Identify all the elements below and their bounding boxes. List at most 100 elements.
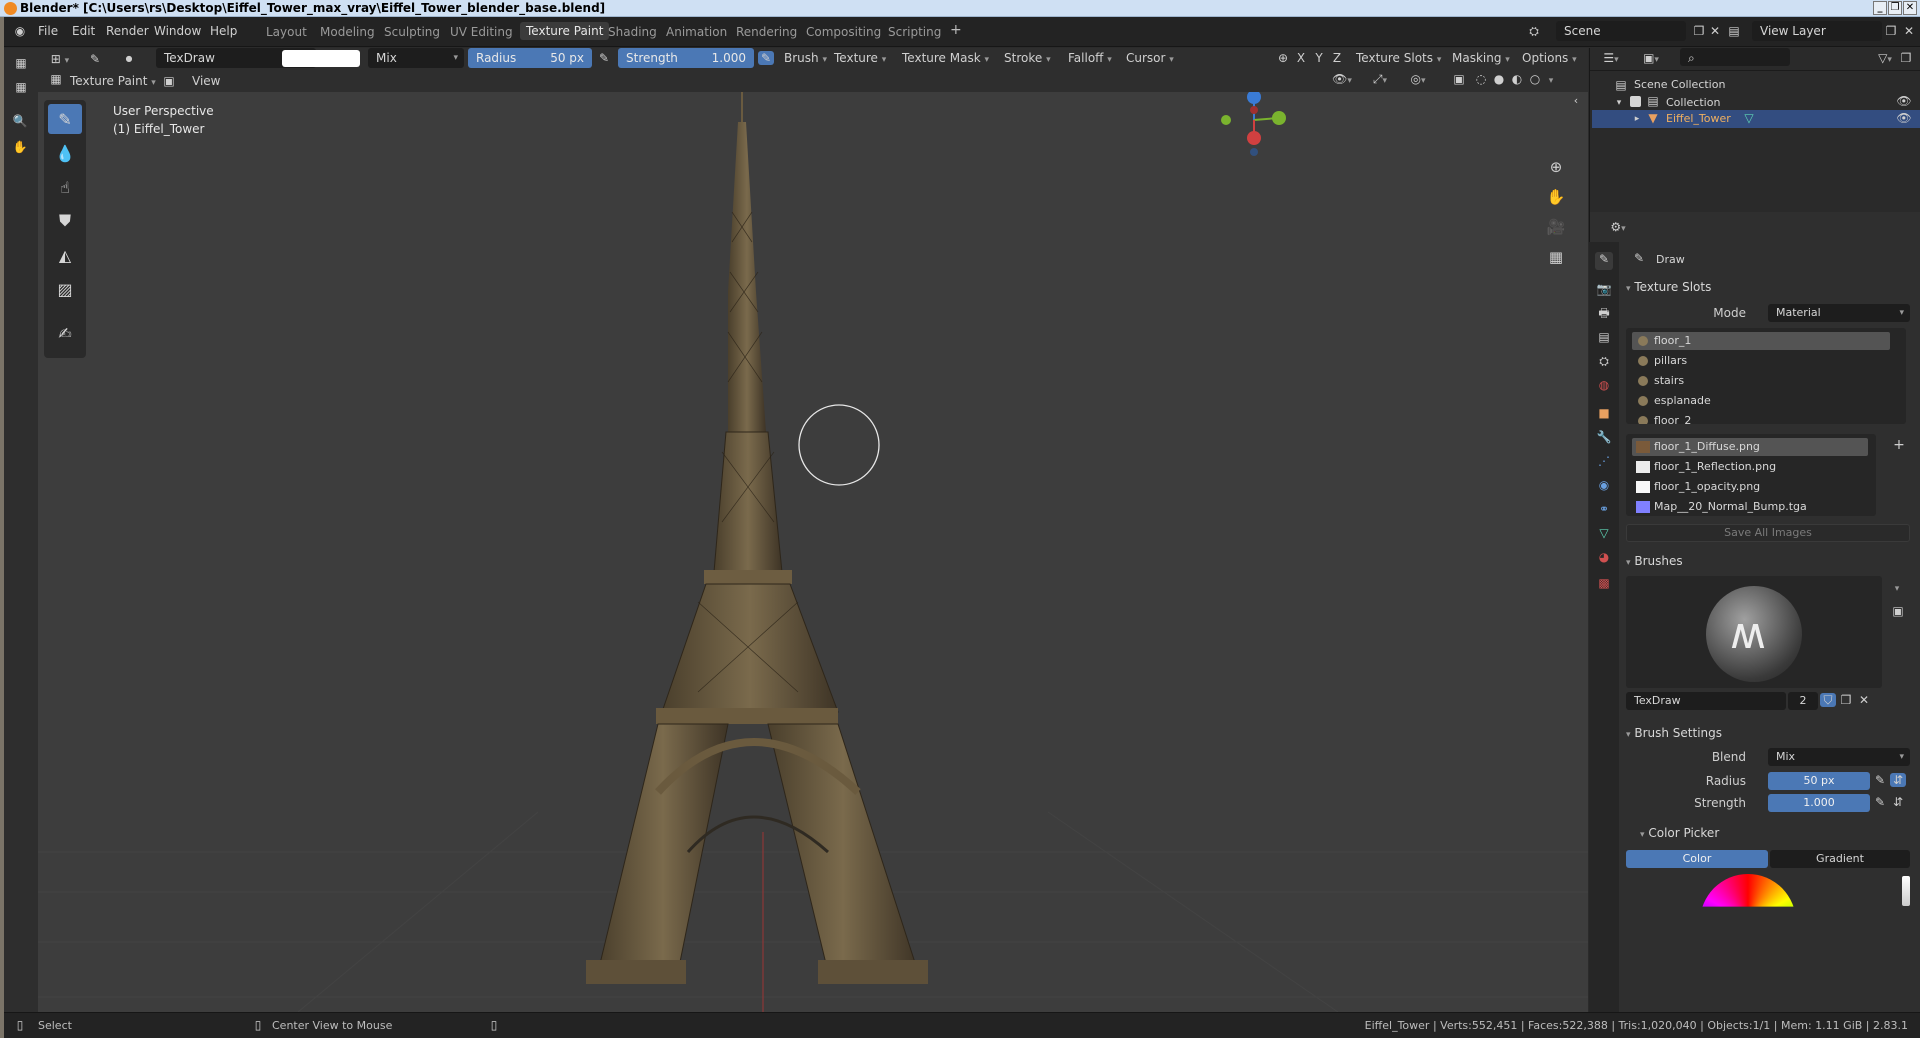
wireframe-shading-icon[interactable]: ◌ [1474,72,1488,86]
tab-layout[interactable]: Layout [266,25,307,39]
radius-slider[interactable]: 50 px [1768,772,1870,790]
navigation-gizmo[interactable] [1221,92,1286,156]
texture-slots-dropdown[interactable]: Texture Slots ▾ [1356,51,1441,65]
list-item[interactable]: floor_1_Reflection.png [1632,458,1868,476]
physics-tab-icon[interactable]: ◉ [1595,478,1613,496]
radius-pressure-icon[interactable]: ✎ [1872,773,1888,787]
texture-slots-panel-header[interactable]: ▾ Texture Slots [1626,276,1916,298]
collection-expand-icon[interactable]: ▾ [1614,96,1624,110]
radius-pressure-icon[interactable]: ✎ [596,51,612,65]
brush-image-icon[interactable]: ▣ [1890,604,1906,618]
blend-dropdown[interactable]: Mix ▾ [1768,748,1910,766]
material-shading-icon[interactable]: ◐ [1510,72,1524,86]
shading-options-icon[interactable]: ▾ [1546,72,1556,88]
object-expand-icon[interactable]: ▸ [1632,112,1642,126]
restore-icon[interactable]: ❐ [1888,1,1902,15]
new-collection-icon[interactable]: ❐ [1898,51,1914,65]
view-menu[interactable]: View [192,74,220,88]
tab-texture-paint[interactable]: Texture Paint [520,22,610,40]
filter-icon[interactable]: ▽▾ [1874,51,1896,67]
collection-visibility-icon[interactable]: 👁 [1896,94,1912,108]
list-item[interactable]: stairs [1632,372,1890,390]
scene-tab-icon[interactable]: ⛭ [1595,354,1613,372]
constraints-tab-icon[interactable]: ⚭ [1595,502,1613,520]
stroke-dropdown[interactable]: Stroke ▾ [1004,51,1051,65]
cursor-dropdown[interactable]: Cursor ▾ [1126,51,1174,65]
brush-icon[interactable]: ✎ [86,52,104,66]
scene-collection-label[interactable]: Scene Collection [1634,78,1725,91]
gizmo-icon[interactable]: ⤢▾ [1368,72,1392,88]
tab-scripting[interactable]: Scripting [888,25,941,39]
overlays-icon[interactable]: ◎▾ [1406,72,1430,88]
tab-rendering[interactable]: Rendering [736,25,797,39]
tab-modeling[interactable]: Modeling [320,25,375,39]
outliner-row-eiffel-tower[interactable]: ▸ ▼ Eiffel_Tower ▽ 👁 [1592,110,1920,128]
list-item[interactable]: pillars [1632,352,1890,370]
mode-dropdown[interactable]: Texture Paint ▾ [70,74,156,88]
delete-view-layer-icon[interactable]: ✕ [1902,24,1916,38]
scene-icon[interactable]: ⛭ [1526,24,1542,38]
mask-tool[interactable]: ▨ [48,274,82,304]
view-layer-field[interactable]: View Layer [1752,21,1882,41]
zoom-icon[interactable]: 🔍 [10,114,30,128]
visibility-icon[interactable]: 👁▾ [1330,72,1354,88]
view-layer-tab-icon[interactable]: ▤ [1595,330,1613,348]
menu-edit[interactable]: Edit [72,24,95,38]
strength-pressure-icon[interactable]: ✎ [1872,795,1888,809]
new-scene-icon[interactable]: ❐ [1692,24,1706,38]
axis-y-toggle[interactable]: Y [1312,51,1326,65]
minimize-icon[interactable]: _ [1873,1,1887,15]
strength-unit-icon[interactable]: ⇵ [1890,795,1906,809]
scene-field[interactable]: Scene [1556,21,1686,41]
particles-tab-icon[interactable]: ⋰ [1595,454,1613,472]
sidebar-toggle-icon[interactable]: ‹ [1570,94,1582,108]
brush-list-expand-icon[interactable]: ▾ [1890,580,1904,596]
list-item[interactable]: floor_1 [1632,332,1890,350]
delete-scene-icon[interactable]: ✕ [1708,24,1722,38]
brush-settings-panel-header[interactable]: ▾ Brush Settings [1626,722,1916,744]
output-tab-icon[interactable]: 🖶 [1595,306,1613,324]
object-visibility-icon[interactable]: 👁 [1896,111,1912,125]
modifier-tab-icon[interactable]: 🔧 [1595,430,1613,448]
blender-menu-icon[interactable]: ◉ [12,24,28,38]
xray-icon[interactable]: ▣ [1452,72,1466,86]
brushes-panel-header[interactable]: ▾ Brushes [1626,550,1916,572]
mesh-data-tab-icon[interactable]: ▽ [1595,526,1613,544]
duplicate-brush-icon[interactable]: ❐ [1838,693,1854,707]
strength-slider[interactable]: 1.000 [1768,794,1870,812]
soften-tool[interactable]: 💧 [48,138,82,168]
render-tab-icon[interactable]: 📷 [1595,282,1613,300]
smear-tool[interactable]: ☝ [48,172,82,202]
strength-pressure-icon[interactable]: ✎ [758,51,774,65]
strength-slider[interactable]: Strength 1.000 [618,48,754,68]
view-layer-icon[interactable]: ▤ [1726,24,1742,38]
menu-file[interactable]: File [38,24,58,38]
axis-z-toggle[interactable]: Z [1330,51,1344,65]
radius-slider[interactable]: Radius 50 px [468,48,592,68]
display-mode-icon[interactable]: ▣▾ [1638,51,1664,67]
menu-window[interactable]: Window [154,24,201,38]
symmetry-icon[interactable]: ⊕ [1276,51,1290,65]
mode-dropdown[interactable]: Material ▾ [1768,304,1910,322]
material-tab-icon[interactable]: ◕ [1595,550,1613,568]
object-tab-icon[interactable]: ■ [1595,406,1613,424]
brush-preview[interactable]: ʍ [1626,576,1882,688]
masking-dropdown[interactable]: Masking ▾ [1452,51,1510,65]
list-item[interactable]: floor_2 [1632,412,1890,424]
save-all-images-button[interactable]: Save All Images [1626,524,1910,542]
close-icon[interactable]: ✕ [1903,1,1917,15]
menu-help[interactable]: Help [210,24,237,38]
solid-shading-icon[interactable]: ● [1492,72,1506,86]
options-dropdown[interactable]: Options ▾ [1522,51,1577,65]
mode-selector-icon[interactable]: ▦ [48,72,64,86]
tab-compositing[interactable]: Compositing [806,25,881,39]
tab-animation[interactable]: Animation [666,25,727,39]
camera-view-icon[interactable]: 🎥 [1546,220,1566,235]
outliner-search-input[interactable]: ⌕ [1680,48,1790,66]
pan-view-icon[interactable]: ✋ [1546,190,1566,205]
add-workspace-icon[interactable]: + [950,22,962,38]
menu-render[interactable]: Render [106,24,149,38]
list-item[interactable]: Map__20_Normal_Bump.tga [1632,498,1868,516]
perspective-toggle-icon[interactable]: ▦ [1546,250,1566,265]
annotate-tool[interactable]: ✍ [48,318,82,348]
